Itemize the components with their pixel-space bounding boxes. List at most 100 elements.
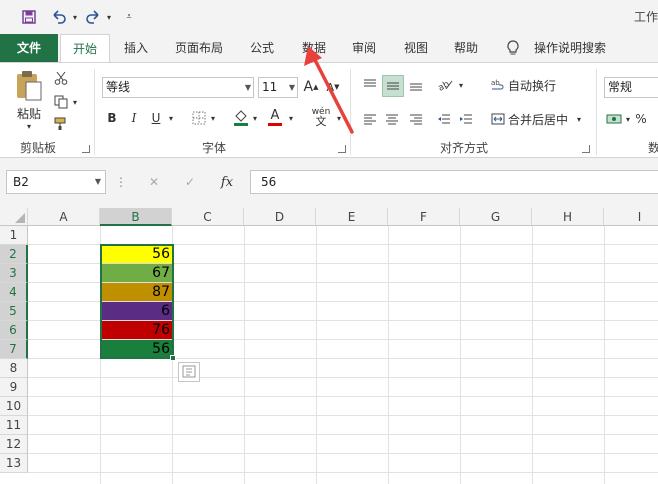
font-color-button[interactable]: A (266, 105, 284, 129)
column-header-c[interactable]: C (172, 208, 244, 226)
column-header-b[interactable]: B (100, 208, 172, 226)
percent-button[interactable]: % (634, 109, 648, 129)
gridline (244, 226, 245, 484)
align-bottom-icon[interactable] (406, 75, 426, 95)
accounting-format-icon[interactable] (604, 109, 624, 129)
save-icon[interactable] (20, 8, 38, 26)
row-header-7[interactable]: 7 (0, 340, 28, 359)
ribbon-tabs: 文件 开始 插入 页面布局 公式 数据 审阅 视图 帮助 操作说明搜索 (0, 34, 658, 62)
copy-icon[interactable] (52, 93, 70, 111)
gridline (604, 226, 605, 484)
cancel-icon[interactable]: ✕ (144, 172, 164, 192)
format-painter-icon[interactable] (52, 115, 70, 133)
alignment-launcher-icon[interactable] (582, 145, 590, 153)
row-header-5[interactable]: 5 (0, 302, 28, 321)
row-header-9[interactable]: 9 (0, 378, 28, 397)
column-header-e[interactable]: E (316, 208, 388, 226)
tab-page-layout[interactable]: 页面布局 (168, 34, 230, 62)
fill-color-icon[interactable] (232, 107, 250, 129)
redo-dropdown-icon[interactable]: ▾ (100, 8, 118, 26)
merge-dropdown-icon[interactable]: ▾ (574, 109, 584, 129)
align-right-icon[interactable] (406, 109, 426, 129)
font-launcher-icon[interactable] (338, 145, 346, 153)
align-middle-icon[interactable] (382, 75, 404, 97)
tab-formulas[interactable]: 公式 (240, 34, 284, 62)
font-name-combo[interactable]: 等线 ▼ (102, 77, 254, 98)
column-header-g[interactable]: G (460, 208, 532, 226)
row-header-10[interactable]: 10 (0, 397, 28, 416)
number-format-combo[interactable]: 常规 (604, 77, 658, 98)
column-header-f[interactable]: F (388, 208, 460, 226)
accounting-dropdown-icon[interactable]: ▾ (624, 109, 632, 129)
decrease-indent-icon[interactable] (434, 109, 454, 129)
increase-indent-icon[interactable] (456, 109, 476, 129)
tab-help[interactable]: 帮助 (446, 34, 486, 62)
undo-dropdown-icon[interactable]: ▾ (66, 8, 84, 26)
column-header-h[interactable]: H (532, 208, 604, 226)
gridline (316, 226, 317, 484)
merge-center-icon[interactable] (488, 109, 508, 129)
row-header-11[interactable]: 11 (0, 416, 28, 435)
column-header-a[interactable]: A (28, 208, 100, 226)
insert-function-button[interactable]: fx (216, 172, 238, 192)
formula-input[interactable]: 56 (250, 170, 658, 194)
chevron-down-icon: ▼ (94, 177, 101, 186)
italic-button[interactable]: I (126, 109, 142, 127)
borders-dropdown-icon[interactable]: ▾ (208, 109, 218, 127)
grow-font-button[interactable]: A ▲ (302, 77, 320, 97)
tab-home[interactable]: 开始 (60, 34, 110, 62)
clipboard-launcher-icon[interactable] (82, 145, 90, 153)
underline-dropdown-icon[interactable]: ▾ (166, 109, 176, 127)
wrap-text-button[interactable]: 自动换行 (508, 75, 560, 95)
number-group-label: 数 (648, 141, 658, 155)
copy-dropdown-icon[interactable]: ▾ (70, 93, 80, 111)
orientation-icon[interactable]: ab (434, 75, 456, 95)
wrap-text-icon[interactable]: ab (488, 75, 508, 95)
row-header-4[interactable]: 4 (0, 283, 28, 302)
tab-view[interactable]: 视图 (396, 34, 436, 62)
quick-analysis-button[interactable] (178, 362, 200, 382)
merge-center-button[interactable]: 合并后居中 (508, 109, 572, 129)
shrink-font-icon: A (326, 80, 335, 94)
column-header-i[interactable]: I (604, 208, 658, 226)
align-center-icon[interactable] (382, 109, 402, 129)
customize-qat-icon[interactable]: ⩡ (120, 8, 138, 26)
orientation-dropdown-icon[interactable]: ▾ (456, 75, 466, 95)
row-header-12[interactable]: 12 (0, 435, 28, 454)
tell-me-search[interactable]: 操作说明搜索 (528, 34, 612, 62)
align-top-icon[interactable] (360, 75, 380, 95)
row-header-2[interactable]: 2 (0, 245, 28, 264)
font-color-dropdown-icon[interactable]: ▾ (286, 109, 296, 127)
row-header-3[interactable]: 3 (0, 264, 28, 283)
shrink-font-button[interactable]: A ▼ (324, 77, 342, 97)
phonetic-dropdown-icon[interactable]: ▾ (334, 109, 344, 127)
bold-button[interactable]: B (104, 109, 120, 127)
name-box[interactable]: B2 ▼ (6, 170, 106, 194)
column-header-d[interactable]: D (244, 208, 316, 226)
select-all-corner[interactable] (0, 208, 28, 226)
window-title: 工作 (633, 10, 658, 24)
phonetic-button[interactable]: wén 文 (308, 105, 334, 129)
tab-data[interactable]: 数据 (292, 34, 336, 62)
tab-review[interactable]: 审阅 (344, 34, 384, 62)
row-header-8[interactable]: 8 (0, 359, 28, 378)
tab-file[interactable]: 文件 (0, 34, 58, 62)
row-header-1[interactable]: 1 (0, 226, 28, 245)
underline-button[interactable]: U (148, 109, 164, 127)
row-header-6[interactable]: 6 (0, 321, 28, 340)
paste-button-label[interactable]: 粘贴 (14, 105, 44, 121)
cut-icon[interactable] (52, 69, 70, 87)
tab-insert[interactable]: 插入 (114, 34, 158, 62)
align-left-icon[interactable] (360, 109, 380, 129)
paste-dropdown-icon[interactable]: ▾ (24, 121, 34, 131)
borders-icon[interactable] (190, 109, 208, 127)
row-header-13[interactable]: 13 (0, 454, 28, 473)
fill-color-dropdown-icon[interactable]: ▾ (250, 109, 260, 127)
fill-handle[interactable] (170, 355, 176, 361)
enter-icon[interactable]: ✓ (180, 172, 200, 192)
paste-icon[interactable] (12, 69, 46, 103)
font-size-combo[interactable]: 11 ▼ (258, 77, 298, 98)
font-name-value: 等线 (106, 80, 131, 94)
worksheet-grid[interactable]: A B C D E F G H I 1 2 3 4 5 6 7 8 9 10 1… (0, 208, 658, 484)
gridline (28, 396, 658, 397)
